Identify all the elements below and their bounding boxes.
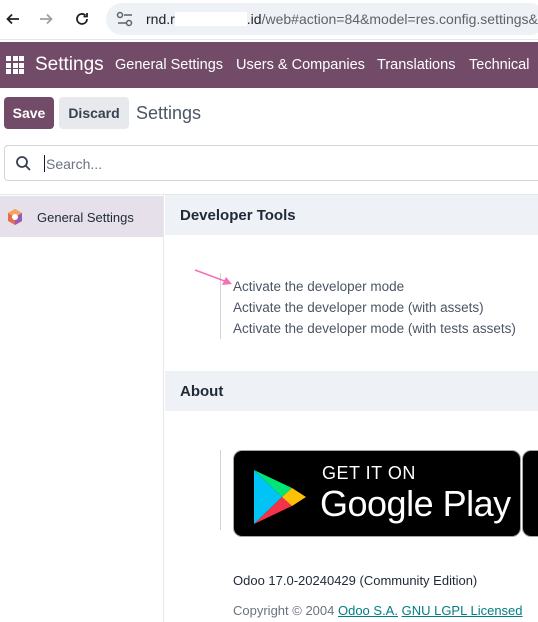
- reload-button[interactable]: [69, 6, 95, 32]
- about-header: About: [165, 371, 538, 411]
- odoo-logo-icon: [8, 209, 22, 225]
- license-link[interactable]: GNU LGPL Licensed: [402, 603, 523, 618]
- save-button[interactable]: Save: [4, 97, 54, 129]
- reload-icon: [76, 13, 88, 25]
- text-caret: [44, 155, 45, 172]
- apps-menu-icon[interactable]: [6, 56, 24, 74]
- setting-divider: [220, 450, 221, 530]
- version-info: Odoo 17.0-20240429 (Community Edition): [233, 573, 478, 588]
- copyright-line: Copyright © 2004 Odoo S.A. GNU LGPL Lice…: [233, 603, 523, 618]
- copyright-text: Copyright © 2004: [233, 603, 335, 618]
- search-icon: [16, 156, 31, 171]
- settings-sidebar: General Settings: [0, 195, 164, 622]
- redaction-mask: [174, 12, 247, 26]
- annotation-arrow-icon: [194, 269, 232, 285]
- google-play-icon: [254, 470, 306, 524]
- developer-tools-header: Developer Tools: [165, 195, 538, 235]
- google-play-badge[interactable]: GET IT ON Google Play: [233, 450, 521, 537]
- sidebar-item-label: General Settings: [37, 210, 134, 225]
- menu-general-settings[interactable]: General Settings: [115, 57, 223, 73]
- sidebar-item-general-settings[interactable]: General Settings: [0, 196, 163, 237]
- url-host-end: .id: [246, 11, 262, 27]
- discard-button[interactable]: Discard: [59, 97, 129, 129]
- page-title: Settings: [136, 103, 202, 123]
- site-settings-icon[interactable]: [116, 11, 134, 27]
- menu-technical[interactable]: Technical: [469, 57, 529, 73]
- arrow-right-icon: [40, 13, 53, 25]
- badge-big-text: Google Play: [320, 483, 511, 524]
- browser-toolbar: rnd.r .id/web#action=84&model=res.config.…: [0, 0, 538, 40]
- menu-translations[interactable]: Translations: [377, 57, 455, 73]
- address-bar[interactable]: rnd.r .id/web#action=84&model=res.config.…: [106, 3, 538, 35]
- section-title: Developer Tools: [180, 207, 296, 224]
- back-button[interactable]: [0, 6, 26, 32]
- arrow-left-icon: [6, 13, 19, 25]
- menu-users-companies[interactable]: Users & Companies: [236, 57, 365, 73]
- section-title: About: [180, 383, 224, 400]
- search-bar[interactable]: [4, 145, 538, 181]
- activate-developer-mode-assets-link[interactable]: Activate the developer mode (with assets…: [233, 300, 484, 315]
- search-input[interactable]: [46, 154, 526, 174]
- app-brand[interactable]: Settings: [35, 54, 104, 76]
- forward-button[interactable]: [33, 6, 59, 32]
- app-store-badge[interactable]: [522, 450, 538, 537]
- company-link[interactable]: Odoo S.A.: [338, 603, 398, 618]
- url-text: rnd.r .id/web#action=84&model=res.config.…: [146, 11, 538, 27]
- url-host-start: rnd.r: [146, 11, 175, 27]
- url-path: /web#action=84&model=res.config.settings…: [261, 11, 538, 27]
- activate-developer-mode-tests-assets-link[interactable]: Activate the developer mode (with tests …: [233, 321, 516, 336]
- badge-small-text: GET IT ON: [322, 463, 416, 483]
- main-navbar: Settings General Settings Users & Compan…: [0, 42, 538, 88]
- activate-developer-mode-link[interactable]: Activate the developer mode: [233, 279, 404, 294]
